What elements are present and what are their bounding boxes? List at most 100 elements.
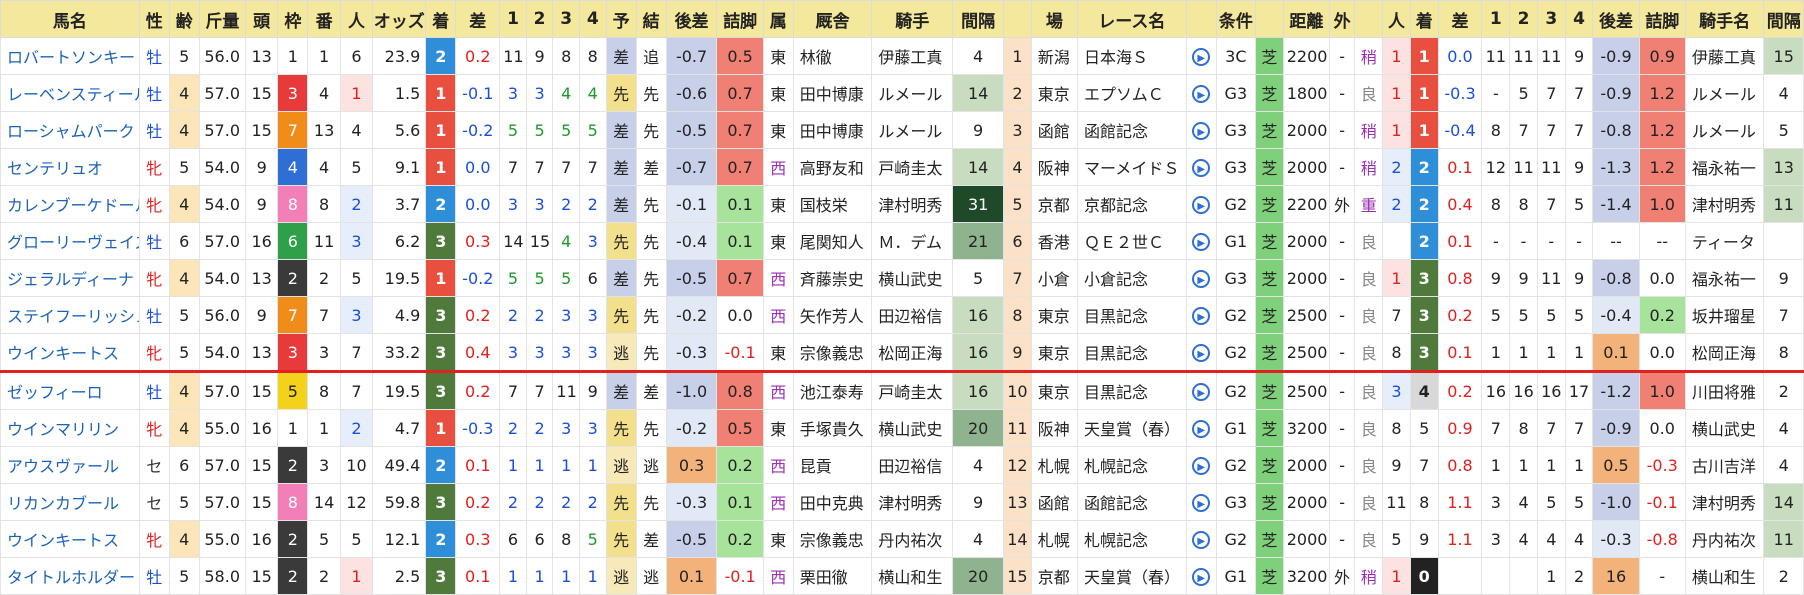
play-icon[interactable]: ▶ [1192,48,1211,66]
cell-26[interactable]: ▶ [1185,148,1217,186]
col-header-24[interactable]: 場 [1030,0,1079,38]
col-header-26[interactable] [1185,0,1217,38]
table-row[interactable]: ジェラルディーナ牝 4 54.0 13 2 2 5 19.5 1 -0.2 5 5 5 6 差先 -0.5 0.… [0,259,1804,297]
col-header-36[interactable]: 2 [1509,0,1538,38]
table-row[interactable]: タイトルホルダー牡 5 58.0 15 2 2 1 2.5 3 0.1 1 1 1 1 逃逃 0.1 -0.1 西… [0,557,1804,595]
cell-25[interactable]: 目黒記念 [1077,370,1187,410]
col-header-5[interactable]: 枠 [277,0,309,38]
col-header-29[interactable]: 距離 [1282,0,1330,38]
col-header-11[interactable]: 1 [499,0,527,38]
cell-0[interactable]: ゼッフィーロ [0,370,140,410]
cell-0[interactable]: ウインマリリン [0,409,140,447]
cell-0[interactable]: ウインキートス [0,333,140,372]
table-row[interactable]: ウインキートス牝 5 54.0 13 3 3 7 33.2 3 0.4 3 3 3 3 逃先 -0.3 -0.1… [0,333,1804,372]
play-icon[interactable]: ▶ [1192,494,1211,512]
col-header-10[interactable]: 差 [455,0,501,38]
col-header-15[interactable]: 予 [605,0,637,38]
col-header-9[interactable]: 着 [425,0,457,38]
table-row[interactable]: グローリーヴェイズ牡 6 57.0 16 6 11 3 6.2 3 0.3 14 15 4 3 先先 -0.4… [0,222,1804,260]
cell-26[interactable]: ▶ [1185,296,1217,334]
cell-0[interactable]: センテリュオ [0,148,140,186]
table-row[interactable]: レーベンスティール牡 4 57.0 15 3 4 1 1.5 1 -0.1 3 3 4 4 先先 -0.6 0.… [0,74,1804,112]
col-header-19[interactable]: 属 [762,0,794,38]
col-header-22[interactable]: 間隔 [952,0,1005,38]
play-icon[interactable]: ▶ [1192,568,1211,586]
col-header-16[interactable]: 結 [635,0,667,38]
cell-0[interactable]: ロバートソンキー [0,37,140,75]
col-header-41[interactable]: 騎手名 [1684,0,1765,38]
col-header-39[interactable]: 後差 [1592,0,1640,38]
col-header-12[interactable]: 2 [525,0,554,38]
cell-25[interactable]: 日本海Ｓ [1077,37,1187,75]
table-row[interactable]: アウスヴァールセ 6 57.0 15 2 3 10 49.4 2 0.1 1 1 1 1 逃逃 0.3 0.2 西… [0,446,1804,484]
cell-25[interactable]: エプソムＣ [1077,74,1187,112]
col-header-40[interactable]: 詰脚 [1638,0,1686,38]
cell-26[interactable]: ▶ [1185,74,1217,112]
play-icon[interactable]: ▶ [1192,344,1211,362]
table-row[interactable]: ウインキートス牝 4 55.0 16 2 5 5 12.1 2 0.3 6 6 8 5 先差 -0.5 0.2 東… [0,520,1804,558]
cell-26[interactable]: ▶ [1185,520,1217,558]
col-header-3[interactable]: 斤量 [198,0,247,38]
col-header-20[interactable]: 厩舎 [792,0,873,38]
play-icon[interactable]: ▶ [1192,85,1211,103]
col-header-23[interactable] [1003,0,1032,38]
cell-25[interactable]: 札幌記念 [1077,446,1187,484]
cell-25[interactable]: 函館記念 [1077,483,1187,521]
cell-25[interactable]: 天皇賞（春） [1077,409,1187,447]
col-header-13[interactable]: 3 [552,0,580,38]
play-icon[interactable]: ▶ [1192,196,1211,214]
cell-26[interactable]: ▶ [1185,259,1217,297]
col-header-18[interactable]: 詰脚 [716,0,764,38]
cell-25[interactable]: ＱＥ２世Ｃ [1077,222,1187,260]
cell-25[interactable]: 目黒記念 [1077,333,1187,372]
table-row[interactable]: ステイフーリッシュ牡 5 56.0 9 7 7 3 4.9 3 0.2 2 2 3 3 先先 -0.2 0.0 西… [0,296,1804,334]
cell-0[interactable]: アウスヴァール [0,446,140,484]
play-icon[interactable]: ▶ [1192,457,1211,475]
play-icon[interactable]: ▶ [1192,307,1211,325]
table-row[interactable]: ゼッフィーロ牡 4 57.0 15 5 8 7 19.5 3 0.2 7 7 11 9 差差 -1.0 0.8 西… [0,370,1804,410]
play-icon[interactable]: ▶ [1192,270,1211,288]
col-header-37[interactable]: 3 [1536,0,1566,38]
col-header-2[interactable]: 齢 [168,0,200,38]
play-icon[interactable]: ▶ [1192,531,1211,549]
cell-25[interactable]: 天皇賞（春） [1077,557,1187,595]
cell-25[interactable]: 函館記念 [1077,111,1187,149]
col-header-27[interactable]: 条件 [1215,0,1256,38]
cell-0[interactable]: ステイフーリッシュ [0,296,140,334]
col-header-4[interactable]: 頭 [244,0,279,38]
play-icon[interactable]: ▶ [1192,122,1211,140]
col-header-32[interactable]: 人 [1382,0,1411,38]
col-header-1[interactable]: 性 [138,0,170,38]
cell-0[interactable]: ウインキートス [0,520,140,558]
cell-26[interactable]: ▶ [1185,370,1217,410]
cell-0[interactable]: グローリーヴェイズ [0,222,140,260]
play-icon[interactable]: ▶ [1192,159,1211,177]
col-header-17[interactable]: 後差 [665,0,718,38]
play-icon[interactable]: ▶ [1192,383,1211,401]
cell-25[interactable]: 小倉記念 [1077,259,1187,297]
cell-26[interactable]: ▶ [1185,185,1217,223]
table-row[interactable]: センテリュオ牝 5 54.0 9 4 4 5 9.1 1 0.0 7 7 7 7 差差 -0.7 0.7 西高野友… [0,148,1804,186]
cell-26[interactable]: ▶ [1185,37,1217,75]
col-header-25[interactable]: レース名 [1077,0,1187,38]
cell-0[interactable]: レーベンスティール [0,74,140,112]
col-header-30[interactable]: 外 [1328,0,1356,38]
table-row[interactable]: ロバートソンキー牡 5 56.0 13 1 1 6 23.9 2 0.2 11 9 8 8 差追 -0.7 0.… [0,37,1804,75]
cell-26[interactable]: ▶ [1185,333,1217,372]
cell-26[interactable]: ▶ [1185,557,1217,595]
col-header-7[interactable]: 人 [339,0,374,38]
col-header-6[interactable]: 番 [307,0,341,38]
col-header-8[interactable]: オッズ [372,0,427,38]
table-row[interactable]: ローシャムパーク牡 4 57.0 15 7 13 4 5.6 1 -0.2 5 5 5 5 差先 -0.5 0.… [0,111,1804,149]
col-header-33[interactable]: 着 [1409,0,1439,38]
col-header-38[interactable]: 4 [1564,0,1594,38]
col-header-35[interactable]: 1 [1481,0,1511,38]
cell-0[interactable]: カレンブーケドール [0,185,140,223]
cell-0[interactable]: リカンカブール [0,483,140,521]
cell-0[interactable]: タイトルホルダー [0,557,140,595]
play-icon[interactable]: ▶ [1192,420,1211,438]
col-header-28[interactable] [1254,0,1284,38]
col-header-34[interactable]: 差 [1437,0,1483,38]
col-header-31[interactable] [1354,0,1384,38]
cell-26[interactable]: ▶ [1185,409,1217,447]
